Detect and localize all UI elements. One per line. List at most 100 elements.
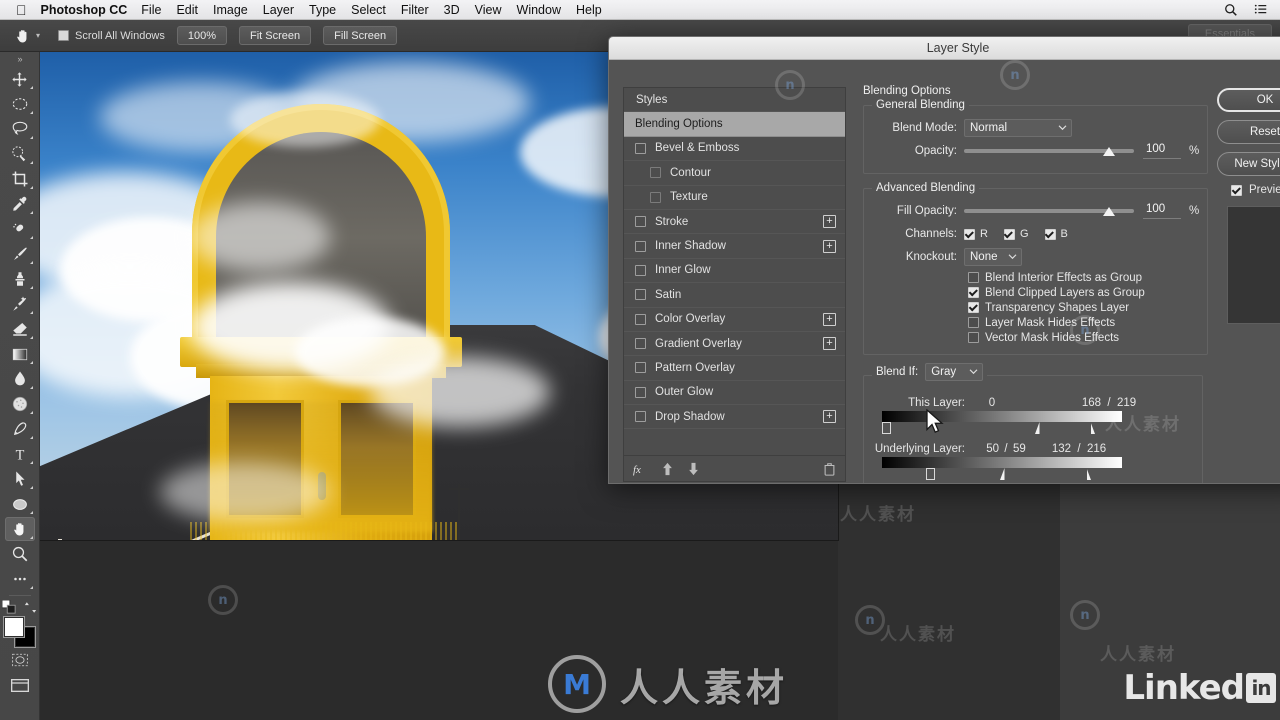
- underlying-white-slider-right[interactable]: [1082, 468, 1091, 480]
- checkbox[interactable]: [635, 362, 646, 374]
- hand-tool[interactable]: [4, 517, 35, 541]
- menu-item-3d[interactable]: 3D: [444, 3, 460, 17]
- styles-item-drop-shadow[interactable]: Drop Shadow +: [624, 405, 845, 430]
- blur-tool[interactable]: [5, 367, 35, 391]
- new-style-button[interactable]: New Style...: [1217, 152, 1280, 176]
- styles-item-styles[interactable]: Styles: [624, 88, 845, 113]
- add-effect-icon[interactable]: +: [823, 410, 836, 424]
- checkbox[interactable]: [635, 264, 646, 276]
- trash-icon[interactable]: [823, 462, 836, 476]
- layer-mask-hides-effects-row[interactable]: Layer Mask Hides Effects: [968, 315, 1199, 330]
- checkbox[interactable]: [968, 287, 979, 298]
- underlying-black-left[interactable]: 50: [975, 443, 999, 455]
- checkbox[interactable]: [635, 338, 646, 350]
- this-layer-white-left[interactable]: 168: [1071, 397, 1101, 409]
- list-icon[interactable]: [1254, 3, 1268, 17]
- apple-logo-icon[interactable]: : [16, 3, 27, 17]
- move-down-icon[interactable]: [687, 462, 700, 476]
- this-layer-white-slider-left[interactable]: [1035, 422, 1044, 434]
- eraser-tool[interactable]: [5, 317, 35, 341]
- checkbox[interactable]: [635, 216, 646, 228]
- preview-checkbox-row[interactable]: Preview: [1231, 184, 1280, 196]
- styles-item-bevel-emboss[interactable]: Bevel & Emboss: [624, 137, 845, 162]
- opacity-thumb[interactable]: [1103, 147, 1116, 156]
- styles-item-color-overlay[interactable]: Color Overlay +: [624, 308, 845, 332]
- edit-toolbar-tool[interactable]: [5, 567, 35, 591]
- add-effect-icon[interactable]: +: [823, 239, 836, 253]
- spot-healing-brush-tool[interactable]: [5, 217, 35, 241]
- search-icon[interactable]: [1224, 3, 1238, 17]
- checkbox[interactable]: [635, 386, 646, 398]
- this-layer-white-slider-right[interactable]: [1086, 422, 1095, 434]
- channel-r-checkbox[interactable]: R: [964, 228, 988, 240]
- styles-item-texture[interactable]: Texture: [624, 186, 845, 210]
- checkbox[interactable]: [1003, 228, 1015, 240]
- path-selection-tool[interactable]: [5, 467, 35, 491]
- transparency-shapes-layer-row[interactable]: Transparency Shapes Layer: [968, 300, 1199, 315]
- checkbox[interactable]: [635, 411, 646, 423]
- dodge-tool[interactable]: [5, 392, 35, 416]
- styles-item-blending-options[interactable]: Blending Options: [624, 112, 845, 137]
- gradient-tool[interactable]: [5, 342, 35, 366]
- menu-item-file[interactable]: File: [141, 3, 161, 17]
- styles-item-pattern-overlay[interactable]: Pattern Overlay: [624, 356, 845, 381]
- underlying-black-slider[interactable]: [926, 468, 935, 480]
- swap-colors-icon[interactable]: [24, 601, 37, 614]
- lasso-tool[interactable]: [5, 117, 35, 141]
- checkbox[interactable]: [635, 289, 646, 301]
- default-colors-icon[interactable]: [2, 600, 16, 614]
- this-layer-black-slider[interactable]: [882, 422, 891, 434]
- type-tool[interactable]: T: [5, 442, 35, 466]
- move-up-icon[interactable]: [661, 462, 674, 476]
- menu-item-view[interactable]: View: [475, 3, 502, 17]
- this-layer-slider-zone[interactable]: [882, 422, 1122, 435]
- blend-clipped-layers-as-group-row[interactable]: Blend Clipped Layers as Group: [968, 285, 1199, 300]
- scroll-all-windows-box[interactable]: [58, 30, 70, 41]
- menu-item-window[interactable]: Window: [517, 3, 561, 17]
- styles-item-contour[interactable]: Contour: [624, 161, 845, 186]
- fill-screen-button[interactable]: Fill Screen: [323, 26, 398, 45]
- opacity-slider[interactable]: [964, 142, 1134, 160]
- zoom-tool[interactable]: [5, 542, 35, 566]
- fill-opacity-value[interactable]: 100: [1143, 203, 1181, 219]
- fit-screen-button[interactable]: Fit Screen: [239, 26, 312, 45]
- checkbox[interactable]: [968, 302, 979, 313]
- pen-tool[interactable]: [5, 417, 35, 441]
- styles-item-satin[interactable]: Satin: [624, 283, 845, 308]
- channel-b-checkbox[interactable]: B: [1044, 228, 1068, 240]
- quick-mask-icon[interactable]: [5, 648, 35, 672]
- checkbox[interactable]: [968, 272, 979, 283]
- color-swatches[interactable]: [3, 617, 37, 647]
- underlying-white-left[interactable]: 132: [1041, 443, 1071, 455]
- tool-preset-chevron-icon[interactable]: ▾: [36, 31, 40, 40]
- blend-interior-effects-as-group-row[interactable]: Blend Interior Effects as Group: [968, 270, 1199, 285]
- checkbox[interactable]: [1231, 184, 1242, 196]
- menu-item-image[interactable]: Image: [213, 3, 248, 17]
- underlying-white-right[interactable]: 216: [1087, 443, 1117, 455]
- checkbox[interactable]: [1044, 228, 1056, 240]
- crop-tool[interactable]: [5, 167, 35, 191]
- menu-item-help[interactable]: Help: [576, 3, 602, 17]
- ok-button[interactable]: OK: [1217, 88, 1280, 112]
- styles-item-inner-glow[interactable]: Inner Glow: [624, 259, 845, 284]
- ellipse-shape-tool[interactable]: [5, 492, 35, 516]
- move-tool[interactable]: [5, 67, 35, 91]
- fx-icon[interactable]: fx: [633, 462, 648, 476]
- underlying-layer-slider-zone[interactable]: [882, 468, 1122, 481]
- menu-item-layer[interactable]: Layer: [263, 3, 294, 17]
- menu-item-edit[interactable]: Edit: [176, 3, 198, 17]
- quick-selection-tool[interactable]: [5, 142, 35, 166]
- fill-opacity-slider[interactable]: [964, 202, 1134, 220]
- scroll-all-windows-checkbox[interactable]: Scroll All Windows: [58, 30, 165, 42]
- underlying-white-slider-left[interactable]: [1000, 468, 1009, 480]
- this-layer-white-right[interactable]: 219: [1117, 397, 1147, 409]
- channel-g-checkbox[interactable]: G: [1003, 228, 1029, 240]
- clone-stamp-tool[interactable]: [5, 267, 35, 291]
- add-effect-icon[interactable]: +: [823, 215, 836, 229]
- hand-tool-icon[interactable]: ▾: [14, 27, 40, 45]
- styles-item-inner-shadow[interactable]: Inner Shadow +: [624, 234, 845, 259]
- checkbox[interactable]: [964, 228, 975, 240]
- zoom-100-button[interactable]: 100%: [176, 26, 228, 45]
- vector-mask-hides-effects-row[interactable]: Vector Mask Hides Effects: [968, 330, 1199, 345]
- brush-tool[interactable]: [5, 242, 35, 266]
